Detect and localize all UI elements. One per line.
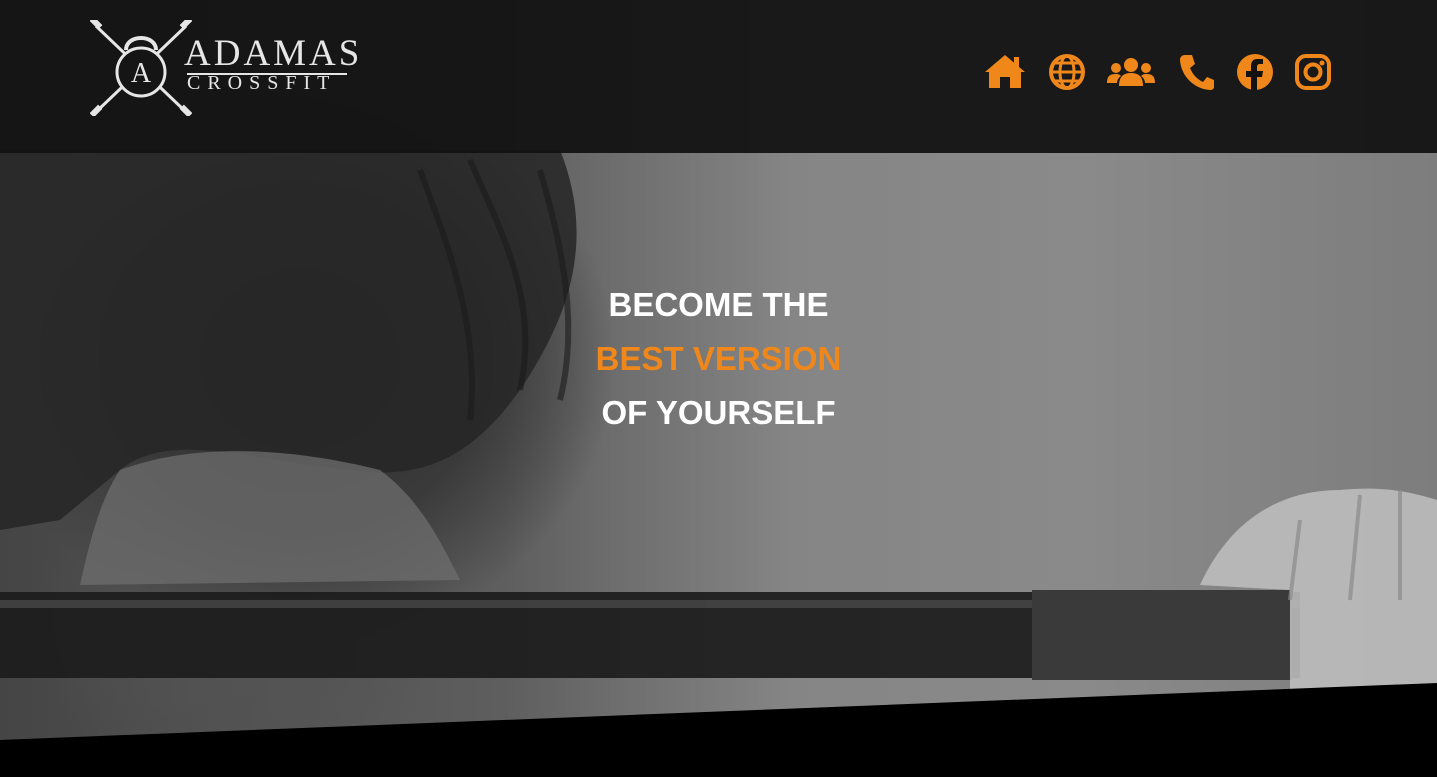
- headline-line-1: BECOME THE: [608, 286, 829, 324]
- brand-subtitle: CROSSFIT: [187, 72, 337, 94]
- headline-line-3: OF YOURSELF: [601, 394, 836, 432]
- phone-link[interactable]: [1176, 50, 1216, 94]
- page: A ADAMAS CROSSFIT BECOME THE BEST VERSIO…: [0, 0, 1437, 777]
- instagram-link[interactable]: [1294, 50, 1334, 94]
- headline-line-2-accent: BEST VERSION: [595, 340, 842, 378]
- kettlebell-emblem-icon: A: [90, 20, 192, 116]
- site-header: A ADAMAS CROSSFIT: [0, 0, 1437, 153]
- team-link[interactable]: [1106, 50, 1156, 94]
- users-icon: [1107, 58, 1155, 86]
- phone-icon: [1180, 55, 1214, 90]
- emblem-letter: A: [131, 58, 152, 89]
- hero-headline: BECOME THE BEST VERSION OF YOURSELF: [0, 278, 1437, 440]
- facebook-link[interactable]: [1236, 50, 1276, 94]
- website-link[interactable]: [1048, 50, 1088, 94]
- brand-logo[interactable]: A ADAMAS CROSSFIT: [90, 20, 359, 120]
- brand-name: ADAMAS: [184, 33, 363, 74]
- header-icon-nav: [982, 50, 1342, 94]
- globe-icon: [1049, 54, 1085, 90]
- home-icon: [985, 55, 1025, 88]
- facebook-icon: [1237, 54, 1273, 90]
- instagram-icon: [1295, 54, 1331, 90]
- home-link[interactable]: [982, 50, 1028, 94]
